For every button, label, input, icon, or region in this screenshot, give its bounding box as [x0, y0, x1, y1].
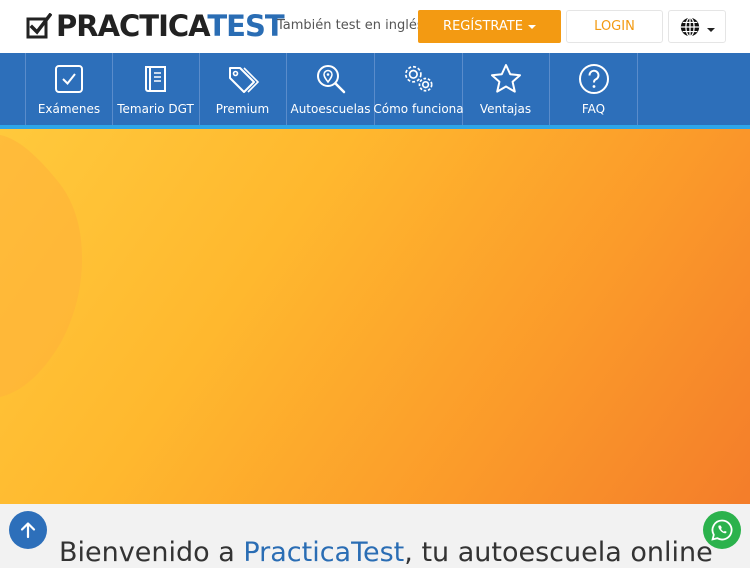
nav-item-faq[interactable]: FAQ — [550, 53, 638, 125]
nav-item-ventajas[interactable]: Ventajas — [462, 53, 550, 125]
welcome-prefix: Bienvenido a — [59, 537, 244, 568]
login-button[interactable]: LOGIN — [566, 10, 663, 43]
login-label: LOGIN — [594, 19, 635, 34]
globe-icon — [680, 16, 700, 37]
question-circle-icon — [578, 63, 610, 95]
site-logo[interactable]: PRACTICATEST — [26, 9, 285, 43]
logo-text-test: TEST — [207, 9, 284, 43]
logo-text-practica: PRACTICA — [56, 9, 208, 43]
register-button[interactable]: REGÍSTRATE — [418, 10, 561, 43]
nav-label-examenes: Exámenes — [37, 102, 101, 116]
main-nav: Exámenes Temario DGT Premium Autoescuela… — [0, 53, 750, 125]
check-square-icon — [53, 63, 85, 95]
whatsapp-icon — [711, 519, 733, 541]
arrow-up-icon — [20, 522, 36, 539]
nav-label-como-funciona: Cómo funciona — [373, 102, 464, 116]
nav-label-autoescuelas: Autoescuelas — [290, 102, 371, 116]
tags-icon — [227, 63, 259, 95]
hero-decorative-shape — [0, 135, 82, 397]
welcome-brand: PracticaTest — [243, 537, 405, 568]
nav-label-premium: Premium — [215, 102, 270, 116]
nav-label-temario: Temario DGT — [117, 102, 194, 116]
nav-item-premium[interactable]: Premium — [199, 53, 287, 125]
top-header: PRACTICATEST También test en inglés REGÍ… — [0, 0, 750, 53]
nav-item-examenes[interactable]: Exámenes — [25, 53, 113, 125]
welcome-heading: Bienvenido a PracticaTest, tu autoescuel… — [59, 537, 713, 568]
whatsapp-chat-button[interactable] — [703, 511, 741, 549]
nav-item-como-funciona[interactable]: Cómo funciona — [373, 53, 464, 125]
alt-language-link[interactable]: También test en inglés — [277, 18, 424, 33]
register-label: REGÍSTRATE — [443, 19, 523, 34]
nav-item-temario-dgt[interactable]: Temario DGT — [112, 53, 200, 125]
nav-label-ventajas: Ventajas — [479, 102, 532, 116]
nav-label-faq: FAQ — [581, 102, 606, 116]
gears-icon — [403, 63, 435, 95]
caret-down-icon — [527, 24, 536, 29]
book-icon — [140, 63, 172, 95]
nav-item-autoescuelas[interactable]: Autoescuelas — [287, 53, 375, 125]
map-search-icon — [315, 63, 347, 95]
hero-banner — [0, 129, 750, 504]
checkbox-check-icon — [26, 13, 52, 39]
welcome-suffix: , tu autoescuela online — [404, 537, 713, 568]
scroll-to-top-button[interactable] — [9, 511, 47, 549]
caret-down-icon — [707, 27, 715, 32]
language-selector[interactable] — [668, 10, 726, 43]
star-icon — [490, 63, 522, 95]
